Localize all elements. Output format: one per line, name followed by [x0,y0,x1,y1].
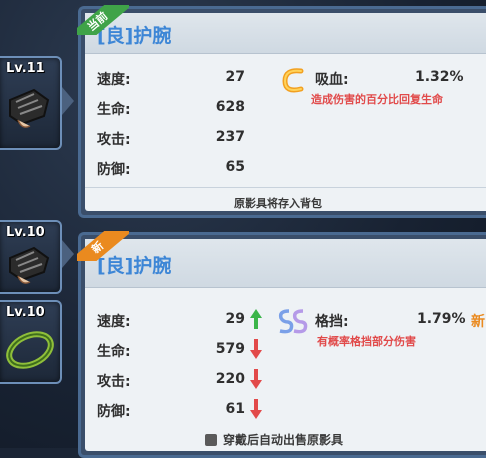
current-badge: 当前 [77,5,129,35]
stat-label-speed: 速度: [97,72,131,88]
auto-sell-toggle[interactable]: 穿戴后自动出售原影具 [85,431,486,448]
block-skill-icon [278,309,308,334]
slot-level: Lv.10 [6,225,45,240]
gauntlet-icon [9,88,50,128]
gauntlet-icon [9,246,50,284]
arrow-up-icon [250,309,262,329]
new-item-card: [良]护腕 速度: 29 生命: 579 攻击: 220 防御: 61 格挡: … [77,231,486,458]
arrow-down-icon [250,369,262,389]
stat-label-attack: 攻击: [97,132,131,148]
stat-value-speed: 29 [225,311,245,327]
ring-icon [6,331,54,369]
stat-value-defense: 65 [225,159,245,175]
stat-value-hp: 579 [215,341,245,357]
new-pointer-arrow [62,240,74,268]
current-pointer-arrow [62,87,74,115]
stat-label-defense: 防御: [97,162,131,178]
equip-slot-current[interactable]: Lv.11 [0,56,62,150]
stat-value-defense: 61 [225,401,245,417]
skill-value: 1.32% [415,69,464,85]
card-title-bar: [良]护腕 [85,13,486,54]
auto-sell-label: 穿戴后自动出售原影具 [223,433,344,447]
stat-value-hp: 628 [215,99,245,115]
arrow-down-icon [250,399,262,419]
auto-sell-checkbox[interactable] [205,434,217,446]
equip-slot-ring[interactable]: Lv.10 [0,300,62,384]
stat-label-attack: 攻击: [97,374,131,390]
skill-description: 造成伤害的百分比回复生命 [311,93,443,106]
stat-value-attack: 237 [215,129,245,145]
stat-label-defense: 防御: [97,404,131,420]
slot-level: Lv.11 [6,61,45,76]
stat-label-hp: 生命: [97,344,131,360]
new-badge: 新 [77,231,129,261]
skill-description: 有概率格挡部分伤害 [317,335,416,348]
divider [85,187,486,188]
arrow-down-icon [250,339,262,359]
stat-label-speed: 速度: [97,314,131,330]
stat-value-attack: 220 [215,371,245,387]
footer-note: 原影具将存入背包 [234,197,322,210]
stat-label-hp: 生命: [97,102,131,118]
slot-level: Lv.10 [6,305,45,320]
equip-slot-new-gauntlet[interactable]: Lv.10 [0,220,62,294]
new-skill-tag: 新 [471,314,485,330]
skill-name: 格挡: [315,314,349,330]
card-title-bar: [良]护腕 [85,239,486,288]
stat-value-speed: 27 [225,69,245,85]
skill-name: 吸血: [315,72,349,88]
current-item-card: [良]护腕 速度: 27 生命: 628 攻击: 237 防御: 65 吸血: … [77,5,486,218]
lifesteal-icon [282,68,304,93]
skill-value: 1.79% [417,311,466,327]
